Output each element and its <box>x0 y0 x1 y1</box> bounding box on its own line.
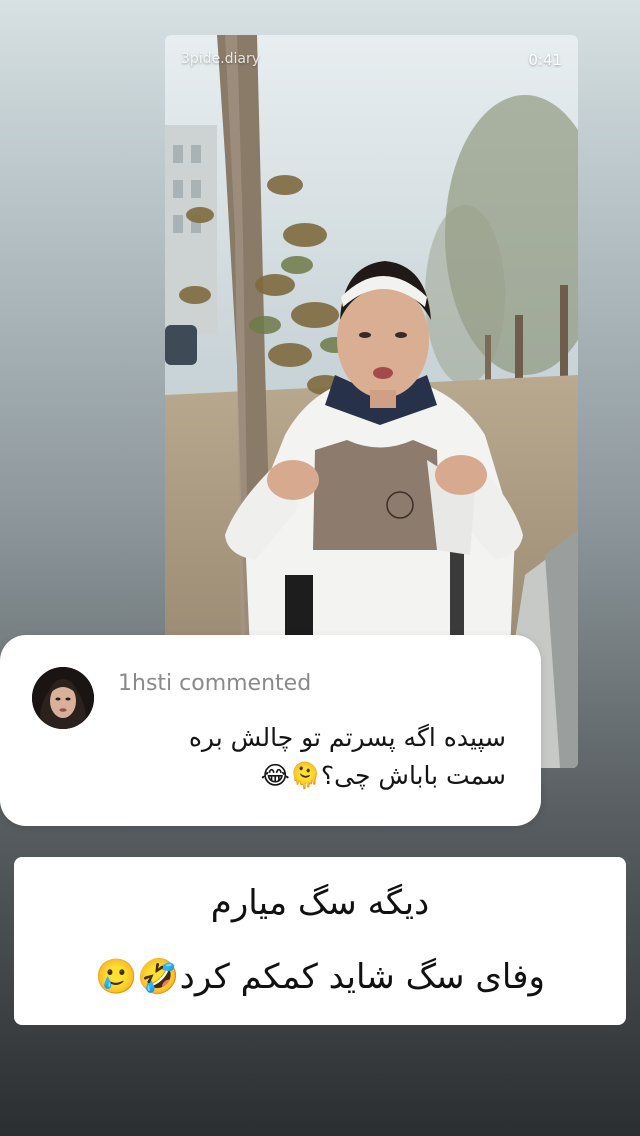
video-timestamp: 0:41 <box>528 51 562 69</box>
comment-username[interactable]: 1hsti <box>118 671 172 696</box>
comment-action: commented <box>179 671 312 696</box>
avatar-image <box>32 667 94 729</box>
caption-line-1: دیگه سگ میارم <box>210 883 430 923</box>
comment-header: 1hsti commented <box>118 671 311 696</box>
comment-text-line-1: سپیده اگه پسرتم تو چالش بره <box>188 723 506 752</box>
video-watermark-handle: 3pide.diary <box>181 51 261 67</box>
story-caption-box: دیگه سگ میارم وفای سگ شاید کمکم کرد🤣🥲 <box>14 857 626 1025</box>
avatar[interactable] <box>32 667 94 729</box>
comment-sticker[interactable]: 1hsti commented سپیده اگه پسرتم تو چالش … <box>0 635 541 826</box>
comment-text: سپیده اگه پسرتم تو چالش بره سمت باباش چی… <box>110 719 506 795</box>
comment-text-line-2: سمت باباش چی؟🫠😂 <box>260 761 506 790</box>
caption-line-2: وفای سگ شاید کمکم کرد🤣🥲 <box>95 957 545 997</box>
